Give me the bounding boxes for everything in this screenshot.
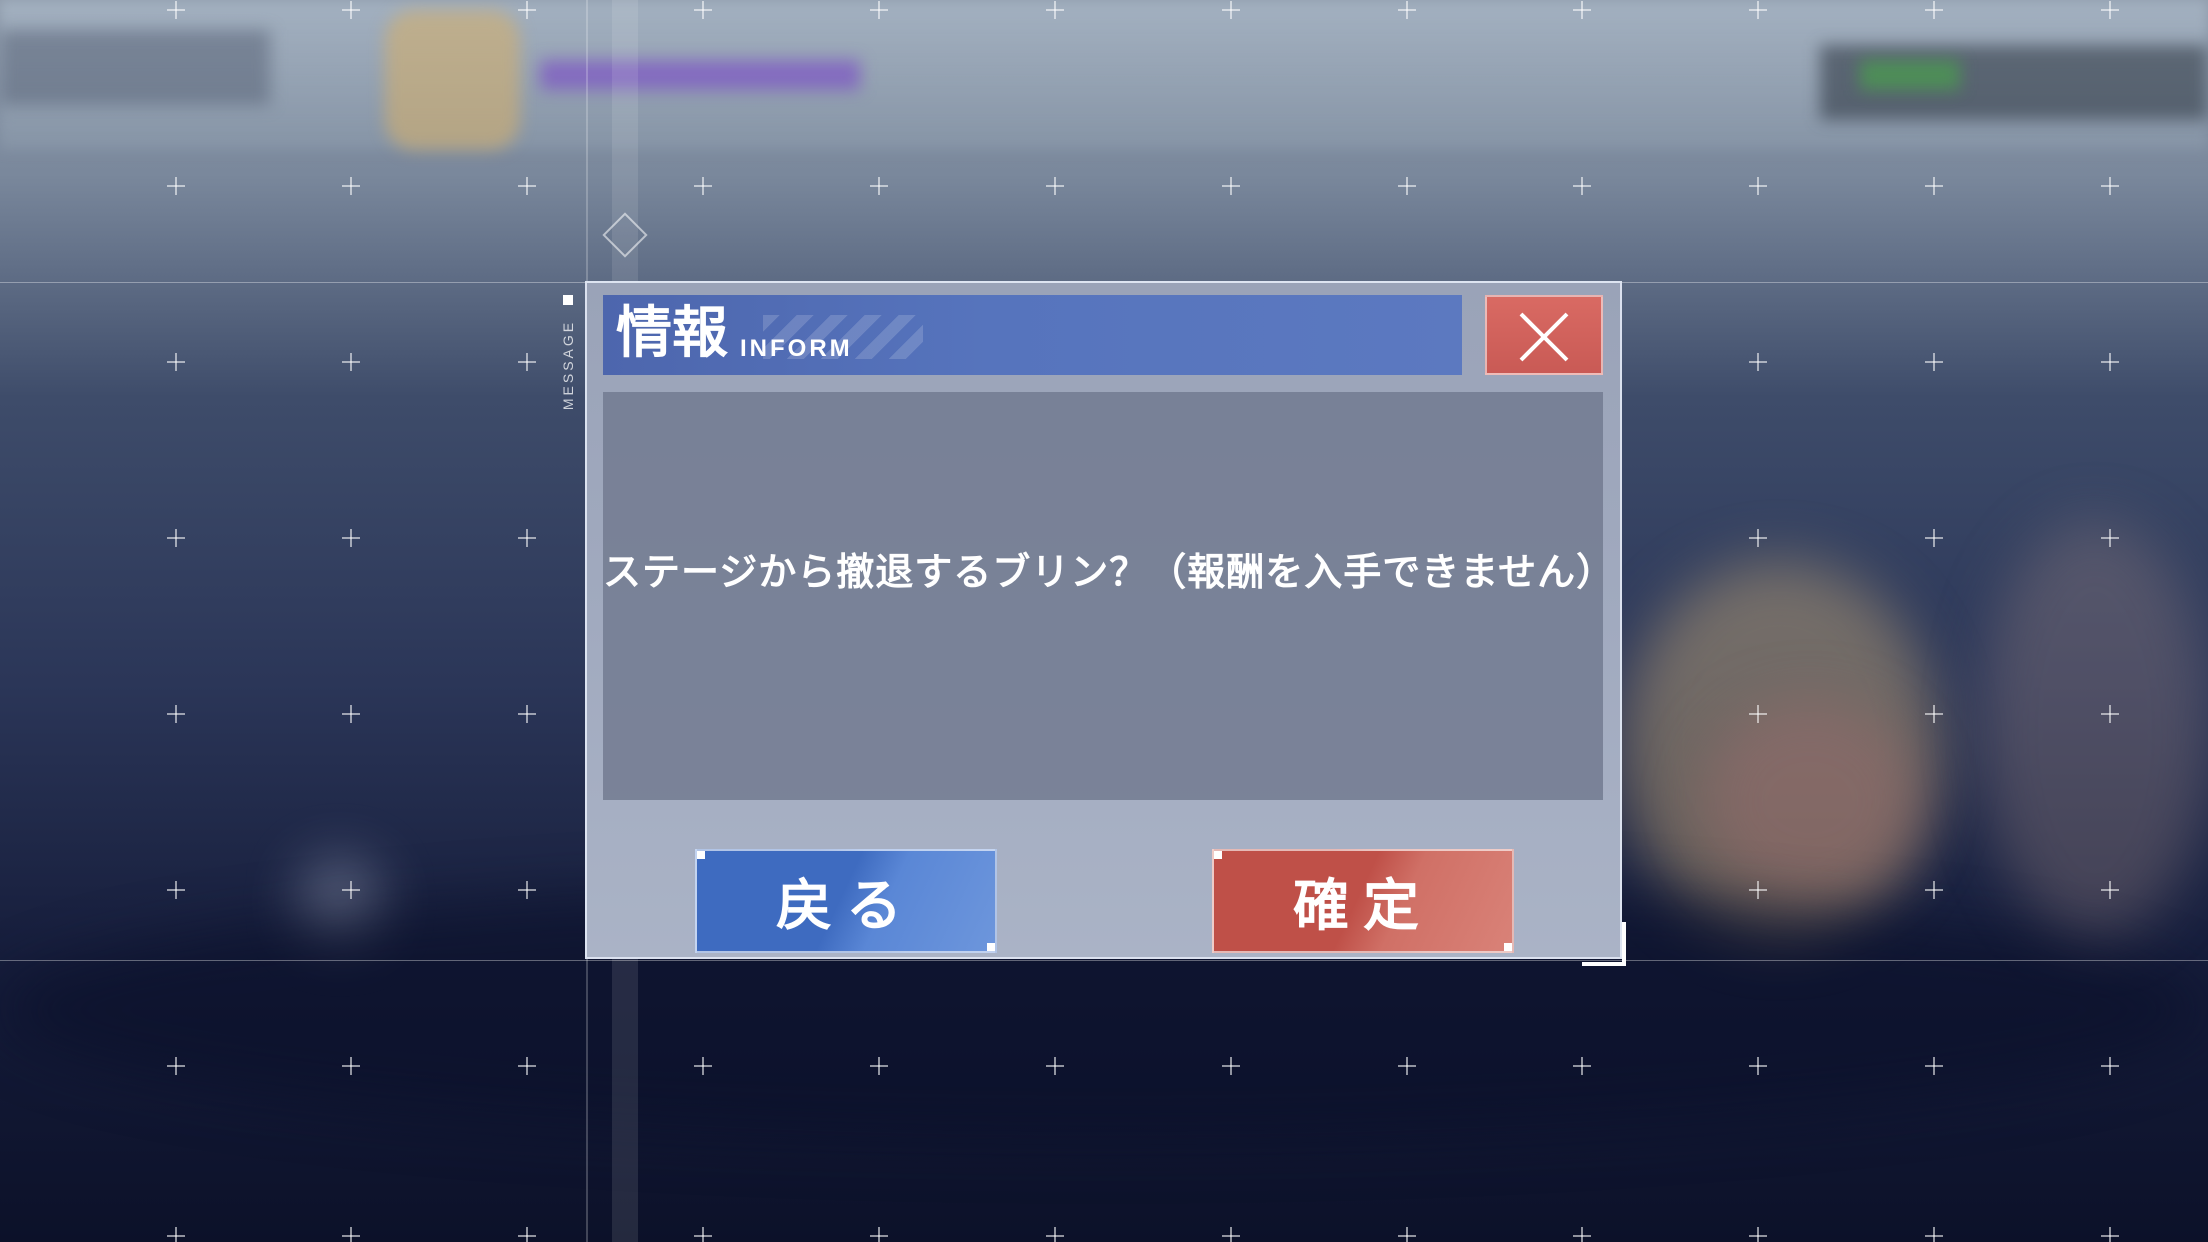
grid-cross-mark xyxy=(342,529,360,547)
grid-cross-mark xyxy=(2101,529,2119,547)
background-hud-panel-left xyxy=(0,30,270,105)
dialog-corner-bracket xyxy=(1582,922,1626,966)
grid-cross-mark xyxy=(1925,1057,1943,1075)
retreat-confirm-dialog: 情報 INFORM ステージから撤退するブリン？（報酬を入手できません） 戻る … xyxy=(585,281,1622,959)
grid-cross-mark xyxy=(342,1057,360,1075)
grid-cross-mark xyxy=(1398,1,1416,19)
grid-cross-mark xyxy=(1749,1,1767,19)
grid-cross-mark xyxy=(2101,1227,2119,1242)
grid-cross-mark xyxy=(2101,881,2119,899)
message-panel: ステージから撤退するブリン？（報酬を入手できません） xyxy=(603,392,1616,800)
dialog-title-bar: 情報 INFORM xyxy=(603,295,1462,375)
diamond-icon xyxy=(602,212,648,258)
close-icon xyxy=(1519,312,1569,362)
grid-cross-mark xyxy=(1573,1,1591,19)
grid-cross-mark xyxy=(1925,177,1943,195)
grid-cross-mark xyxy=(518,705,536,723)
grid-cross-mark xyxy=(167,705,185,723)
grid-cross-mark xyxy=(870,1,888,19)
grid-cross-mark xyxy=(1046,1,1064,19)
grid-cross-mark xyxy=(1925,529,1943,547)
grid-cross-mark xyxy=(2101,705,2119,723)
grid-cross-mark xyxy=(694,177,712,195)
confirm-button[interactable]: 確定 xyxy=(1212,849,1514,953)
dialog-subtitle: INFORM xyxy=(740,335,853,362)
grid-cross-mark xyxy=(2101,177,2119,195)
grid-cross-mark xyxy=(1222,177,1240,195)
grid-cross-mark xyxy=(518,529,536,547)
grid-cross-mark xyxy=(1398,177,1416,195)
background-ship-blur xyxy=(1980,520,2208,940)
grid-cross-mark xyxy=(1925,1227,1943,1242)
grid-cross-mark xyxy=(167,1,185,19)
grid-cross-mark xyxy=(870,1227,888,1242)
background-character-blur-2 xyxy=(1700,700,1920,900)
grid-cross-mark xyxy=(2101,1057,2119,1075)
confirm-button-label: 確定 xyxy=(1293,872,1433,939)
grid-cross-mark xyxy=(518,1,536,19)
grid-cross-mark xyxy=(1046,1057,1064,1075)
grid-cross-mark xyxy=(1749,1227,1767,1242)
grid-cross-mark xyxy=(1749,1057,1767,1075)
grid-cross-mark xyxy=(1573,177,1591,195)
side-tag-label: MESSAGE xyxy=(560,319,576,411)
dialog-title: 情報 xyxy=(616,300,728,366)
grid-cross-mark xyxy=(1925,881,1943,899)
grid-cross-mark xyxy=(694,1227,712,1242)
dialog-message: ステージから撤退するブリン？（報酬を入手できません） xyxy=(603,550,1616,594)
grid-cross-mark xyxy=(518,353,536,371)
grid-line xyxy=(0,960,2208,961)
grid-cross-mark xyxy=(518,177,536,195)
grid-cross-mark xyxy=(342,1,360,19)
grid-cross-mark xyxy=(1222,1057,1240,1075)
grid-cross-mark xyxy=(518,1227,536,1242)
grid-cross-mark xyxy=(1222,1,1240,19)
grid-cross-mark xyxy=(1398,1227,1416,1242)
grid-cross-mark xyxy=(1046,1227,1064,1242)
grid-cross-mark xyxy=(870,1057,888,1075)
grid-cross-mark xyxy=(1749,353,1767,371)
grid-cross-mark xyxy=(167,177,185,195)
grid-cross-mark xyxy=(342,881,360,899)
grid-cross-mark xyxy=(167,353,185,371)
grid-cross-mark xyxy=(694,1,712,19)
grid-cross-mark xyxy=(1925,705,1943,723)
grid-cross-mark xyxy=(1398,1057,1416,1075)
grid-cross-mark xyxy=(342,353,360,371)
grid-cross-mark xyxy=(870,177,888,195)
grid-cross-mark xyxy=(1749,881,1767,899)
grid-cross-mark xyxy=(1749,177,1767,195)
grid-cross-mark xyxy=(167,529,185,547)
grid-cross-mark xyxy=(167,1227,185,1242)
grid-cross-mark xyxy=(2101,353,2119,371)
grid-cross-mark xyxy=(1222,1227,1240,1242)
message-side-tag: MESSAGE xyxy=(552,293,582,423)
game-screen: MESSAGE 情報 INFORM ステージから撤退するブリン？（報酬を入手でき… xyxy=(0,0,2208,1242)
back-button[interactable]: 戻る xyxy=(695,849,997,953)
grid-cross-mark xyxy=(342,705,360,723)
grid-cross-mark xyxy=(1749,529,1767,547)
background-avatar xyxy=(385,10,520,150)
side-tag-square-icon xyxy=(563,295,573,305)
grid-cross-mark xyxy=(1925,1,1943,19)
grid-cross-mark xyxy=(518,881,536,899)
back-button-label: 戻る xyxy=(776,872,916,939)
grid-cross-mark xyxy=(1573,1227,1591,1242)
grid-cross-mark xyxy=(1925,353,1943,371)
background-hud-indicator xyxy=(1860,60,1960,90)
grid-cross-mark xyxy=(1573,1057,1591,1075)
grid-cross-mark xyxy=(518,1057,536,1075)
grid-cross-mark xyxy=(1046,177,1064,195)
grid-cross-mark xyxy=(342,177,360,195)
grid-cross-mark xyxy=(167,881,185,899)
grid-cross-mark xyxy=(1749,705,1767,723)
close-button[interactable] xyxy=(1485,295,1603,375)
grid-cross-mark xyxy=(2101,1,2119,19)
grid-cross-mark xyxy=(167,1057,185,1075)
background-hp-bar xyxy=(540,60,860,90)
grid-cross-mark xyxy=(342,1227,360,1242)
grid-cross-mark xyxy=(694,1057,712,1075)
